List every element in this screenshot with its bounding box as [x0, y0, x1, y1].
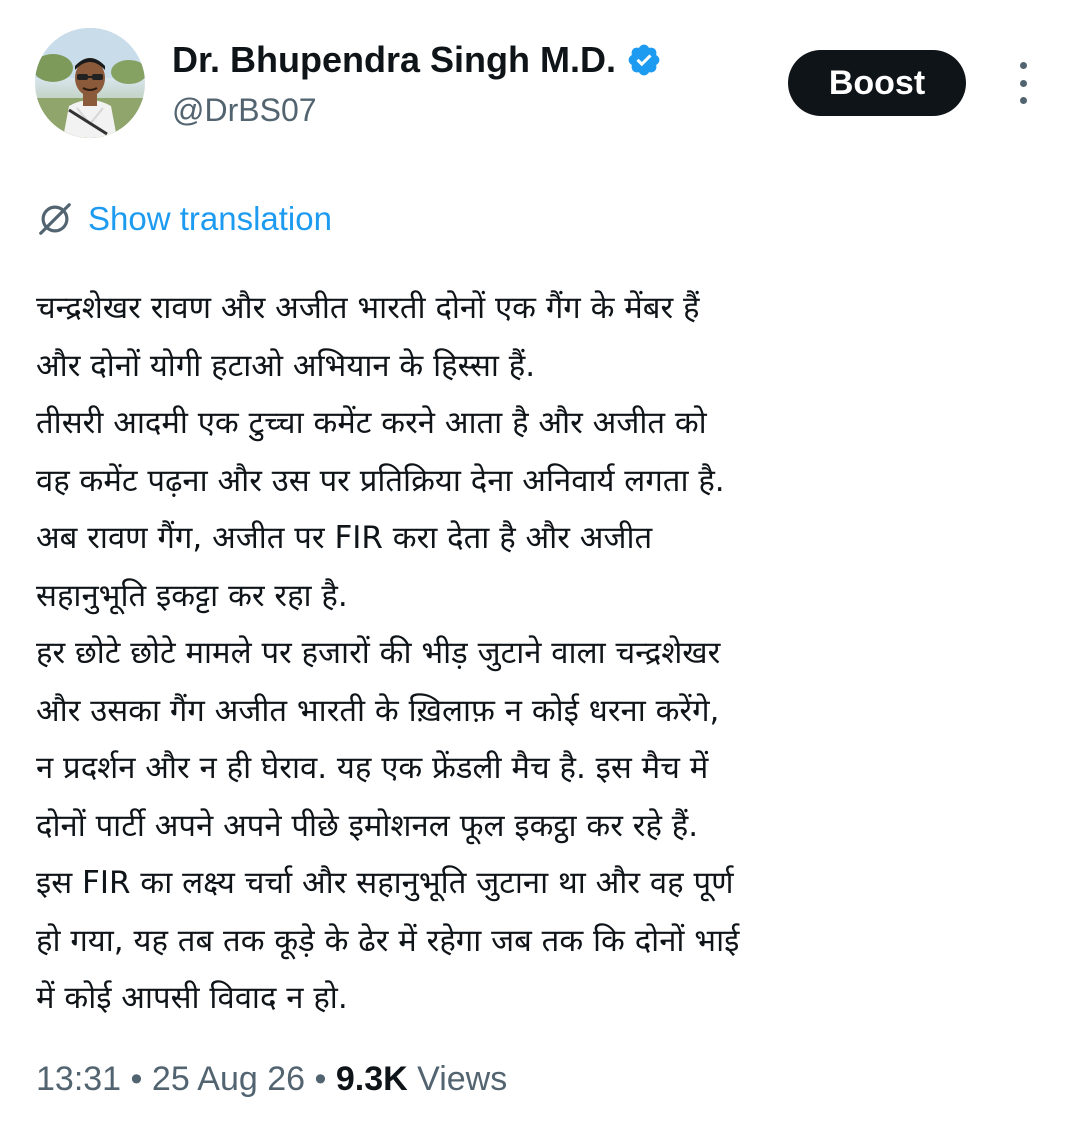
post-line: और उसका गैंग अजीत भारती के ख़िलाफ़ न कोई…: [36, 692, 720, 729]
profile-photo-icon: [35, 28, 145, 138]
more-options-button[interactable]: [1010, 62, 1036, 104]
vertical-ellipsis-icon: [1019, 62, 1027, 69]
post-line: हर छोटे छोटे मामले पर हजारों की भीड़ जुट…: [36, 635, 721, 671]
avatar[interactable]: [35, 28, 145, 138]
author-handle[interactable]: @DrBS07: [172, 92, 317, 129]
post-line: दोनों पार्टी अपने अपने पीछे इमोशनल फूल इ…: [36, 807, 699, 844]
author-name-row[interactable]: Dr. Bhupendra Singh M.D.: [172, 36, 662, 84]
show-translation-link[interactable]: Show translation: [88, 200, 332, 238]
post-line: तीसरी आदमी एक टुच्चा कमेंट करने आता है औ…: [36, 405, 707, 441]
author-display-name[interactable]: Dr. Bhupendra Singh M.D.: [172, 39, 616, 81]
meta-separator: •: [130, 1060, 143, 1098]
show-translation-row[interactable]: Show translation: [36, 196, 332, 242]
post-meta: 13:31 • 25 Aug 26 • 9.3K Views: [36, 1060, 507, 1099]
views-label: Views: [417, 1060, 508, 1098]
post-line: सहानुभूति इकट्टा कर रहा है.: [36, 577, 348, 614]
post-line: अब रावण गैंग, अजीत पर FIR करा देता है और…: [36, 520, 653, 556]
post-line: चन्द्रशेखर रावण और अजीत भारती दोनों एक ग…: [36, 290, 700, 326]
post-line: हो गया, यह तब तक कूड़े के ढेर में रहेगा …: [36, 922, 740, 959]
post-date[interactable]: 25 Aug 26: [152, 1060, 305, 1098]
post-text: चन्द्रशेखर रावण और अजीत भारती दोनों एक ग…: [36, 280, 1046, 1028]
post-line: और दोनों योगी हटाओ अभियान के हिस्सा हैं.: [36, 347, 536, 384]
boost-button[interactable]: Boost: [788, 50, 966, 116]
post-line: इस FIR का लक्ष्य चर्चा और सहानुभूति जुटा…: [36, 865, 734, 901]
meta-separator: •: [314, 1060, 327, 1098]
globe-slash-icon: [36, 200, 74, 238]
post-line: वह कमेंट पढ़ना और उस पर प्रतिक्रिया देना…: [36, 462, 725, 499]
post-line: न प्रदर्शन और न ही घेराव. यह एक फ्रेंडली…: [36, 750, 709, 786]
post-time[interactable]: 13:31: [36, 1060, 121, 1098]
verified-badge-icon[interactable]: [626, 42, 662, 78]
views-count[interactable]: 9.3K: [336, 1060, 408, 1098]
post-line: में कोई आपसी विवाद न हो.: [36, 980, 348, 1016]
